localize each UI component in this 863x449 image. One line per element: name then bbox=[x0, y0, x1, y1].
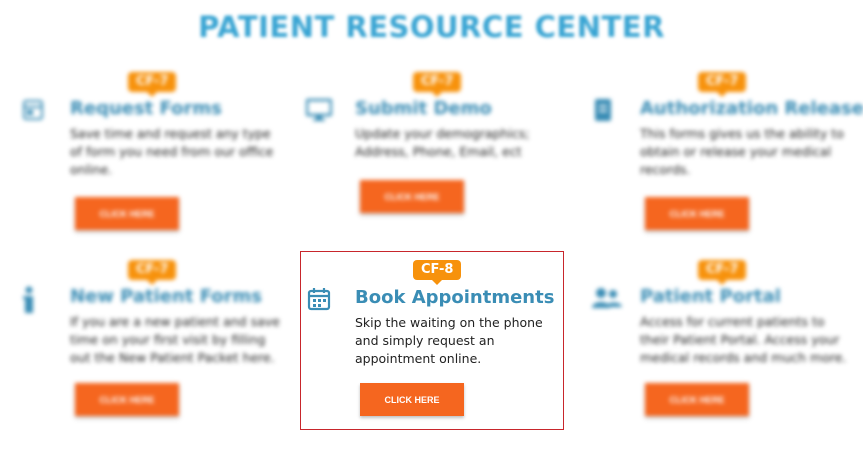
cf-badge: CF-8 bbox=[413, 260, 462, 285]
card-title: New Patient Forms bbox=[70, 286, 262, 307]
cf-badge: CF-7 bbox=[698, 260, 747, 285]
book-appointments-button[interactable]: CLICK HERE bbox=[360, 383, 464, 416]
card-authorization-release: CF-7 Authorization Release This forms gi… bbox=[585, 70, 863, 255]
card-title: Request Forms bbox=[70, 98, 222, 119]
card-title: Authorization Release bbox=[640, 98, 863, 119]
card-description: If you are a new patient and save time o… bbox=[70, 314, 280, 365]
cf-badge: CF-7 bbox=[413, 72, 462, 97]
authorization-release-button[interactable]: CLICK HERE bbox=[645, 197, 749, 230]
monitor-icon bbox=[305, 98, 333, 122]
calendar-icon bbox=[307, 287, 331, 311]
card-submit-demo: CF-7 Submit Demo Update your demographic… bbox=[300, 70, 580, 255]
cf-badge: CF-7 bbox=[128, 260, 177, 285]
card-new-patient-forms: CF-7 New Patient Forms If you are a new … bbox=[15, 258, 295, 443]
cf-badge: CF-7 bbox=[698, 72, 747, 97]
card-request-forms: CF-7 Request Forms Save time and request… bbox=[15, 70, 295, 255]
cf-badge: CF-7 bbox=[128, 72, 177, 97]
card-title: Patient Portal bbox=[640, 286, 781, 307]
users-icon bbox=[591, 286, 623, 310]
request-forms-button[interactable]: CLICK HERE bbox=[75, 197, 179, 230]
card-title: Submit Demo bbox=[355, 98, 492, 119]
card-book-appointments: CF-8 Book Appointments Skip the waiting … bbox=[300, 251, 564, 430]
submit-demo-button[interactable]: CLICK HERE bbox=[360, 180, 464, 213]
form-icon bbox=[21, 98, 45, 122]
document-icon bbox=[591, 98, 615, 122]
card-description: Update your demographics; Address, Phone… bbox=[355, 126, 530, 159]
page-title: PATIENT RESOURCE CENTER bbox=[198, 10, 665, 44]
card-description: Access for current patients to their Pat… bbox=[640, 314, 847, 365]
card-description: Save time and request any type of form y… bbox=[70, 126, 274, 177]
info-icon bbox=[19, 286, 43, 313]
card-description: This forms gives us the ability to obtai… bbox=[640, 126, 844, 177]
card-title: Book Appointments bbox=[355, 287, 555, 308]
new-patient-forms-button[interactable]: CLICK HERE bbox=[75, 383, 179, 416]
card-patient-portal: CF-7 Patient Portal Access for current p… bbox=[585, 258, 863, 443]
card-description: Skip the waiting on the phone and simply… bbox=[355, 315, 543, 366]
patient-portal-button[interactable]: CLICK HERE bbox=[645, 383, 749, 416]
